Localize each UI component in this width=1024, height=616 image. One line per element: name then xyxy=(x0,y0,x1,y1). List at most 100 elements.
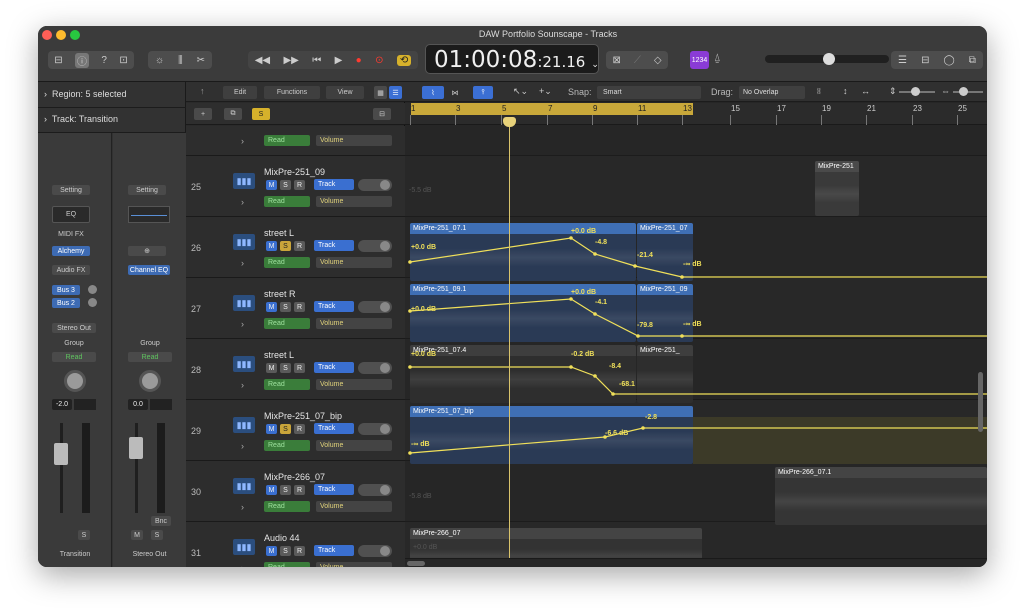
slider-knob[interactable] xyxy=(959,87,968,96)
setting-button[interactable]: Setting xyxy=(52,185,90,195)
library-icon[interactable]: ⊟ xyxy=(54,55,62,66)
track-name[interactable]: street R xyxy=(264,289,296,299)
disclosure-icon[interactable]: › xyxy=(241,258,244,268)
capture-record-icon[interactable]: ⊙ xyxy=(375,55,383,66)
vertical-zoom-slider[interactable] xyxy=(899,87,935,96)
solo-button[interactable]: S xyxy=(280,363,291,373)
chevron-down-icon[interactable]: ⌄ xyxy=(591,59,599,70)
track-header[interactable]: 25 ▮▮▮ MixPre-251_09 M S R Track › Read Volume xyxy=(186,156,405,217)
automation-point[interactable] xyxy=(641,426,645,430)
master-volume-knob[interactable] xyxy=(823,53,835,65)
bounce-button[interactable]: Bnc xyxy=(151,516,171,526)
solo-button[interactable]: S xyxy=(280,485,291,495)
record-enable-button[interactable]: R xyxy=(294,302,305,312)
pan-knob[interactable] xyxy=(139,370,161,392)
metronome-icon[interactable]: ⍙ xyxy=(714,52,721,65)
drag-menu[interactable]: No Overlap xyxy=(739,86,805,99)
record-enable-button[interactable]: R xyxy=(294,485,305,495)
smart-controls-icon[interactable]: ☼ xyxy=(155,55,164,66)
close-window-button[interactable] xyxy=(42,30,52,40)
solo-button[interactable]: S xyxy=(280,241,291,251)
automation-point[interactable] xyxy=(408,451,412,455)
automation-parameter[interactable]: Volume xyxy=(316,318,392,329)
automation-point[interactable] xyxy=(611,392,615,396)
track-on-off-toggle[interactable] xyxy=(358,179,392,191)
send-bus3[interactable]: Bus 3 xyxy=(52,285,80,295)
toolbar-icon[interactable]: ⊡ xyxy=(119,55,127,66)
view-menu[interactable]: View xyxy=(326,86,364,99)
solo-button[interactable]: S xyxy=(280,546,291,556)
track-on-off-toggle[interactable] xyxy=(358,484,392,496)
track-name[interactable]: MixPre-251_09 xyxy=(264,167,325,177)
vertical-scrollbar-thumb[interactable] xyxy=(978,372,983,432)
track-button[interactable]: Track xyxy=(314,423,354,434)
automation-point[interactable] xyxy=(569,297,573,301)
automation-point[interactable] xyxy=(680,275,684,279)
mute-button[interactable]: M xyxy=(266,363,277,373)
automation-mode[interactable]: Read xyxy=(264,257,310,268)
automation-curves[interactable] xyxy=(405,126,987,567)
disclosure-icon[interactable]: › xyxy=(241,319,244,329)
track-header[interactable]: 27 ▮▮▮ street R M S R Track › Read Volume xyxy=(186,278,405,339)
output-slot[interactable]: Stereo Out xyxy=(52,323,96,333)
automation-mode[interactable]: Read xyxy=(264,196,310,207)
track-header[interactable]: 30 ▮▮▮ MixPre-266_07 M S R Track › Read Volume xyxy=(186,461,405,522)
zoom-window-button[interactable] xyxy=(70,30,80,40)
track-header[interactable]: 31 ▮▮▮ Audio 44 MSR Track › Read Volume xyxy=(186,522,405,567)
record-enable-button[interactable]: R xyxy=(294,180,305,190)
automation-icon[interactable]: ⌇ xyxy=(422,86,444,99)
browser-icon[interactable]: ⧉ xyxy=(969,55,976,66)
slider-knob[interactable] xyxy=(911,87,920,96)
automation-point[interactable] xyxy=(408,365,412,369)
send-knob[interactable] xyxy=(88,285,97,294)
scrollbar-thumb[interactable] xyxy=(407,561,425,566)
mute-button[interactable]: M xyxy=(266,302,277,312)
add-track-button[interactable]: + xyxy=(194,108,212,120)
low-latency-icon[interactable]: ⊠ xyxy=(612,55,620,66)
up-arrow-icon[interactable]: ↑ xyxy=(200,86,205,96)
automation-line[interactable] xyxy=(409,427,987,454)
track-button[interactable]: Track xyxy=(314,179,354,190)
automation-mode[interactable]: Read xyxy=(264,379,310,390)
link-icon[interactable]: ⊕ xyxy=(128,246,166,256)
group-slot[interactable]: Group xyxy=(128,338,172,348)
automation-parameter[interactable]: Volume xyxy=(316,562,392,567)
instrument-slot[interactable]: Alchemy xyxy=(52,246,90,256)
disclosure-icon[interactable]: › xyxy=(241,380,244,390)
record-enable-button[interactable]: R xyxy=(294,546,305,556)
disclosure-icon[interactable]: › xyxy=(241,197,244,207)
automation-mode[interactable]: Read xyxy=(264,501,310,512)
eq-display[interactable] xyxy=(128,206,170,223)
track-button[interactable]: Track xyxy=(314,240,354,251)
horizontal-zoom-slider[interactable] xyxy=(953,87,983,96)
help-icon[interactable]: ? xyxy=(101,55,107,66)
track-on-off-toggle[interactable] xyxy=(358,545,392,557)
automation-parameter[interactable]: Volume xyxy=(316,379,392,390)
automation-parameter[interactable]: Volume xyxy=(316,501,392,512)
mute-button[interactable]: M xyxy=(131,530,143,540)
solo-button[interactable]: S xyxy=(151,530,163,540)
automation-parameter[interactable]: Volume xyxy=(316,440,392,451)
track-inspector-header[interactable]: › Track: Transition xyxy=(44,114,118,124)
ruler[interactable]: 1 3 5 7 9 11 13 15 17 19 21 23 25 xyxy=(405,103,987,125)
inspector-icon[interactable]: ⓘ xyxy=(75,52,89,68)
duplicate-track-icon[interactable]: ⧉ xyxy=(224,108,242,120)
autopunch-icon[interactable]: ⟋ xyxy=(634,55,641,66)
record-enable-button[interactable]: R xyxy=(294,424,305,434)
automation-mode[interactable]: Read xyxy=(264,440,310,451)
track-on-off-toggle[interactable] xyxy=(358,362,392,374)
track-header[interactable]: 29 ▮▮▮ MixPre-251_07_bip M S R Track › Read Volum… xyxy=(186,400,405,461)
eq-display[interactable]: EQ xyxy=(52,206,90,223)
disclosure-icon[interactable]: › xyxy=(241,136,244,146)
volume-fader[interactable] xyxy=(54,443,68,465)
fast-forward-icon[interactable]: ▶▶ xyxy=(283,55,298,66)
notepad-icon[interactable]: ⊟ xyxy=(921,55,929,66)
mute-button[interactable]: M xyxy=(266,241,277,251)
edit-menu[interactable]: Edit xyxy=(223,86,257,99)
track-name[interactable]: MixPre-266_07 xyxy=(264,472,325,482)
go-to-start-icon[interactable]: ⏮ xyxy=(312,55,321,66)
snap-align-icon[interactable]: ⫯ xyxy=(473,86,493,99)
marquee-tool-icon[interactable]: +⌄ xyxy=(539,86,552,97)
record-enable-button[interactable]: R xyxy=(294,241,305,251)
track-name[interactable]: street L xyxy=(264,350,294,360)
